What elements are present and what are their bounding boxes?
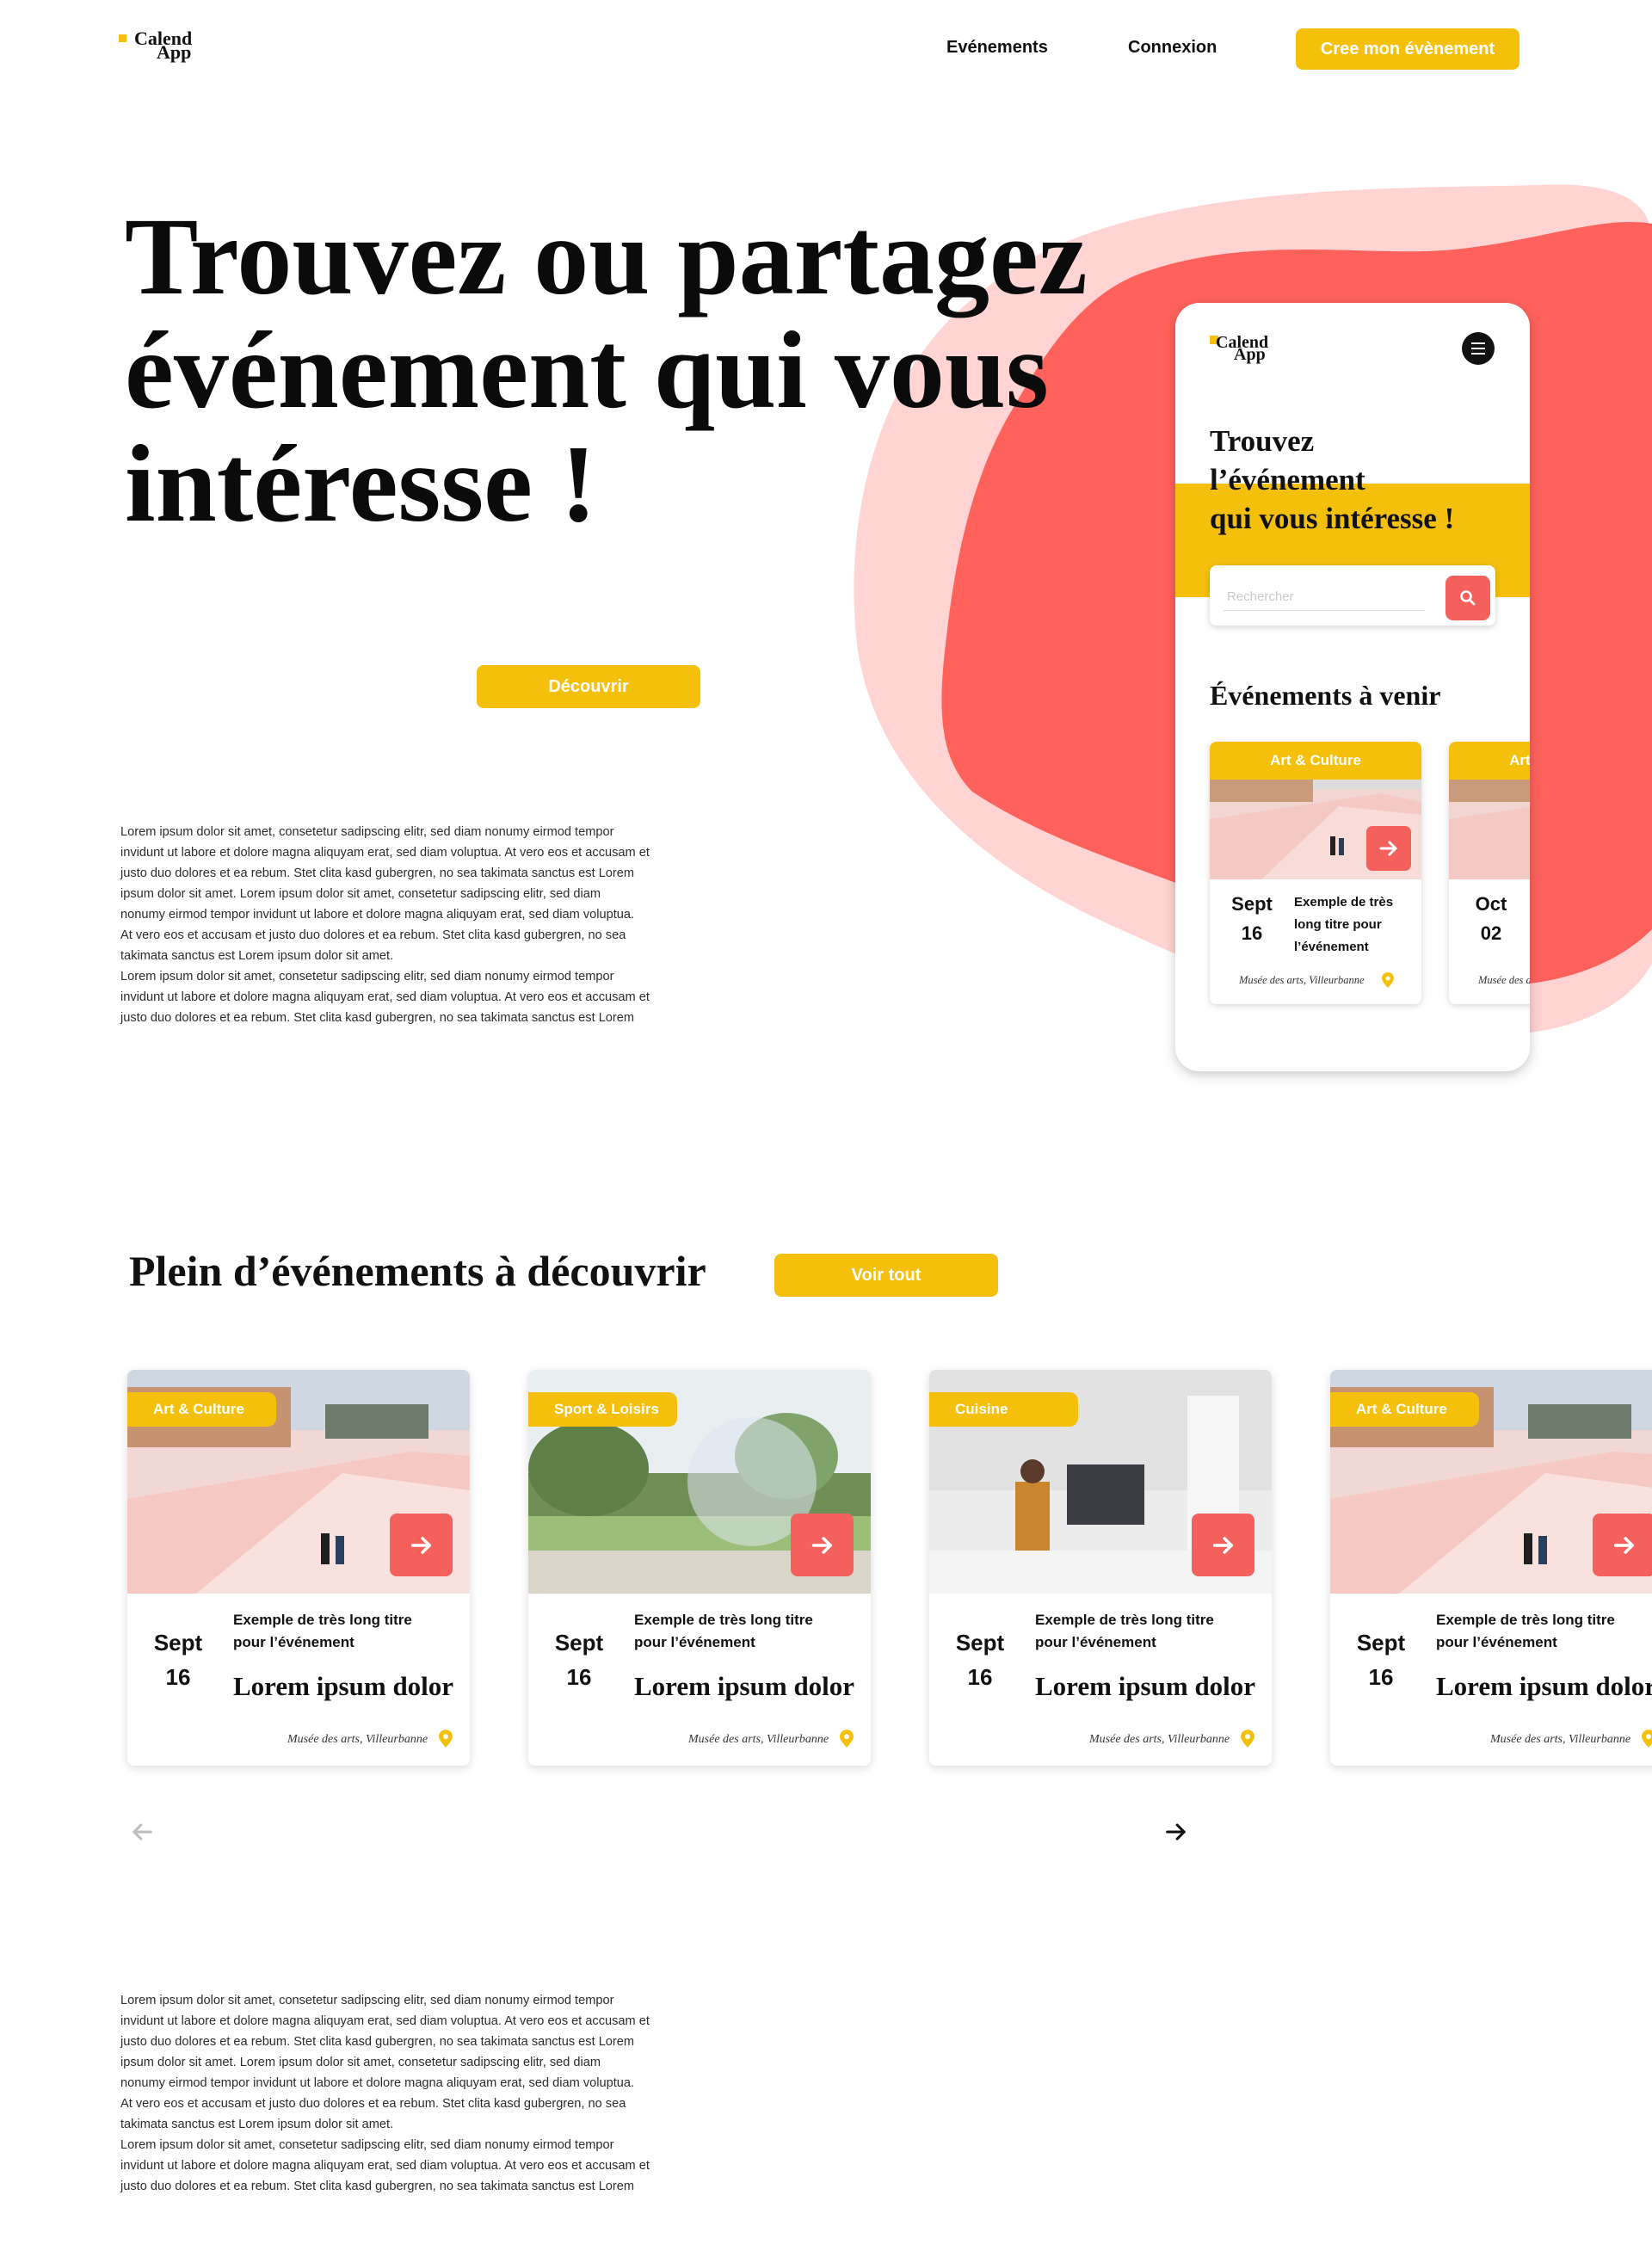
menu-icon[interactable] [1462,332,1495,365]
phone-title: Trouvez l’événement qui vous intéresse ! [1210,424,1455,535]
phone-event-card[interactable]: Art & Culture Oct 02 Musée des arts [1449,742,1530,1004]
event-subtitle: Lorem ipsum dolor [1436,1671,1652,1701]
location-pin-icon [840,1730,854,1748]
category-tag: Art & Culture [1449,742,1530,780]
arrow-right-icon[interactable] [1366,826,1411,871]
event-day: 16 [1241,922,1263,944]
search-underline [1224,610,1425,611]
brand-logo[interactable]: Calend App [119,29,213,67]
event-month: Oct [1475,893,1507,915]
event-subtitle: Lorem ipsum dolor [1035,1671,1256,1701]
event-title: Exemple de très long titre pour l’événem… [1436,1612,1615,1650]
location-pin-icon [1642,1730,1652,1748]
event-month: Sept [1356,1630,1406,1656]
phone-logo: Calend App [1210,334,1287,368]
event-title: Exemple de très long titre pour l’événem… [1294,895,1394,954]
phone-upcoming-heading: Événements à venir [1210,680,1441,711]
event-month: Sept [554,1630,604,1656]
category-tag: Sport & Loisirs [528,1392,677,1427]
nav-link-events[interactable]: Evénements [946,38,1048,58]
arrow-right-icon[interactable] [1192,1514,1254,1576]
event-title: Exemple de très long titre pour l’événem… [233,1612,412,1650]
phone-search-bar[interactable]: Rechercher [1210,565,1495,626]
search-icon[interactable] [1446,576,1490,620]
event-card[interactable]: Cuisine Sept 16 Exemple de très long tit… [929,1370,1272,1766]
discover-button[interactable]: Découvrir [477,665,700,708]
arrow-left-icon[interactable] [129,1819,155,1845]
event-place: Musée des arts, Villeurbanne [1490,1733,1631,1746]
event-day: 16 [566,1664,592,1690]
event-card[interactable]: Art & Culture Sept 16 Exemple de très lo… [1330,1370,1652,1766]
event-place: Musée des arts [1478,974,1530,986]
section-title: Plein d’événements à découvrir [129,1247,706,1295]
hero-title: Trouvez ou partagez événement qui vous i… [125,195,1088,545]
category-tag: Art & Culture [1330,1392,1479,1427]
event-day: 16 [967,1664,993,1690]
event-title: Exemple de très long titre pour l’événem… [1035,1612,1214,1650]
location-pin-icon [1382,972,1394,988]
arrow-right-icon[interactable] [390,1514,453,1576]
event-day: 02 [1480,922,1502,944]
phone-logo-line-2: App [1234,345,1266,364]
arrow-right-icon[interactable] [1593,1514,1652,1576]
event-subtitle: Lorem ipsum dolor [634,1671,855,1701]
arrow-right-icon[interactable] [1163,1819,1189,1845]
category-tag: Cuisine [929,1392,1078,1427]
event-month: Sept [153,1630,203,1656]
event-month: Sept [1231,893,1273,915]
event-place: Musée des arts, Villeurbanne [1089,1733,1230,1746]
event-day: 16 [1368,1664,1394,1690]
event-card[interactable]: Sport & Loisirs Sept 16 Exemple de très … [528,1370,871,1766]
event-month: Sept [955,1630,1005,1656]
phone-mockup: Calend App Trouvez l’événement qui vous … [1175,303,1530,1071]
event-place: Musée des arts, Villeurbanne [688,1733,829,1746]
logo-line-2: App [157,41,192,63]
event-card[interactable]: Art & Culture Sept 16 Exemple de très lo… [127,1370,470,1766]
event-place: Musée des arts, Villeurbanne [1239,974,1365,986]
hero-body-text: Lorem ipsum dolor sit amet, consetetur s… [120,825,650,1025]
location-pin-icon [1241,1730,1254,1748]
category-tag: Art & Culture [127,1392,276,1427]
logo-mark [119,34,126,42]
search-input[interactable]: Rechercher [1227,589,1294,604]
event-title: Exemple de très long titre pour l’événem… [634,1612,813,1650]
location-pin-icon [439,1730,453,1748]
event-day: 16 [165,1664,191,1690]
arrow-right-icon[interactable] [791,1514,854,1576]
nav-link-login[interactable]: Connexion [1128,38,1217,58]
section-body-text: Lorem ipsum dolor sit amet, consetetur s… [120,1994,650,2193]
create-event-button[interactable]: Cree mon évènement [1296,28,1519,70]
event-subtitle: Lorem ipsum dolor [233,1671,454,1701]
phone-event-card[interactable]: Art & Culture Sept 16 Exemple de très lo… [1210,742,1421,1004]
category-tag: Art & Culture [1210,742,1421,780]
see-all-button[interactable]: Voir tout [774,1254,998,1297]
event-place: Musée des arts, Villeurbanne [287,1733,428,1746]
